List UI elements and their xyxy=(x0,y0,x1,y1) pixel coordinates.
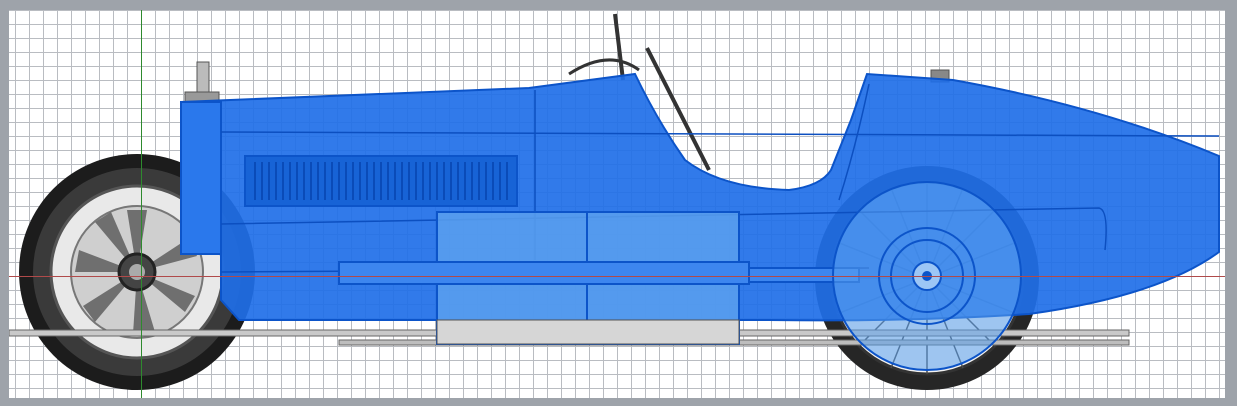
modeling-viewport[interactable] xyxy=(9,10,1225,398)
horizontal-axis-line xyxy=(9,276,1225,277)
vertical-axis-line xyxy=(141,10,142,398)
hood-louvres xyxy=(244,155,518,207)
radiator-cap xyxy=(184,61,220,103)
car-side-view-drawing xyxy=(9,13,1220,390)
nose-cowl xyxy=(180,101,222,255)
